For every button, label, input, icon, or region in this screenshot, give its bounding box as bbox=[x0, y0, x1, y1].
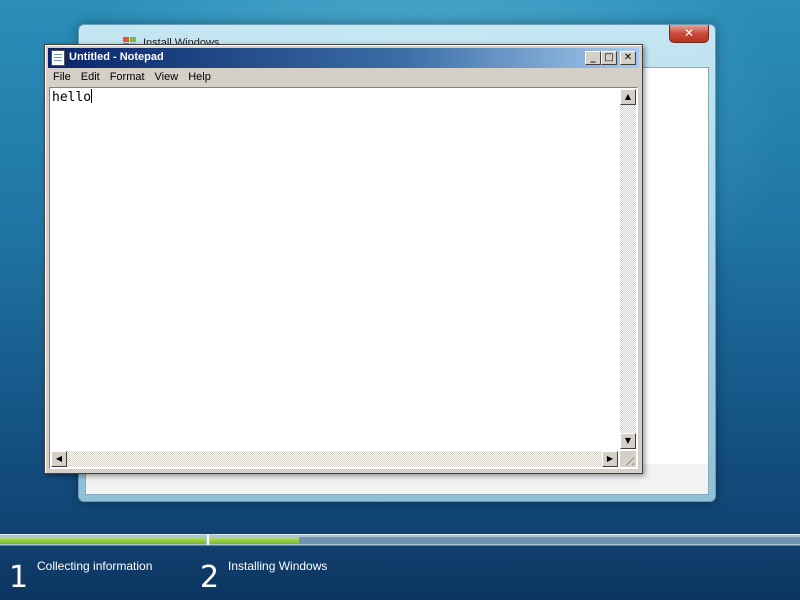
scroll-right-icon[interactable]: ▶ bbox=[602, 451, 618, 467]
minimize-button[interactable]: _ bbox=[585, 51, 601, 65]
scroll-down-icon[interactable]: ▼ bbox=[620, 433, 636, 449]
step1-number: 1 bbox=[9, 560, 29, 595]
step1-label: Collecting information bbox=[37, 559, 153, 573]
step2-progress-fill bbox=[210, 537, 299, 544]
setup-steps: 1 Collecting information 2 Installing Wi… bbox=[0, 546, 800, 600]
close-button[interactable]: ✕ bbox=[620, 51, 636, 65]
vertical-scrollbar[interactable]: ▲ ▼ bbox=[620, 89, 636, 449]
setup-progress-bar bbox=[0, 534, 800, 546]
menu-edit[interactable]: Edit bbox=[76, 69, 105, 83]
step2-label: Installing Windows bbox=[228, 559, 328, 573]
maximize-button[interactable]: □ bbox=[601, 51, 617, 65]
notepad-text-area[interactable]: hello ▲ ▼ ◀ ▶ bbox=[49, 87, 638, 469]
menu-format[interactable]: Format bbox=[105, 69, 150, 83]
step2-progress-track bbox=[210, 537, 800, 544]
step2-number: 2 bbox=[200, 560, 220, 595]
notepad-menubar: File Edit Format View Help bbox=[48, 69, 639, 87]
scroll-up-icon[interactable]: ▲ bbox=[620, 89, 636, 105]
horizontal-scrollbar[interactable]: ◀ ▶ bbox=[51, 451, 618, 467]
notepad-text: hello bbox=[52, 90, 92, 105]
resize-grip-icon[interactable] bbox=[620, 451, 636, 467]
text-caret bbox=[91, 89, 93, 103]
notepad-window: Untitled - Notepad _ □ ✕ File Edit Format V… bbox=[44, 44, 643, 474]
step1-progress-fill bbox=[0, 537, 206, 544]
menu-file[interactable]: File bbox=[48, 69, 76, 83]
menu-view[interactable]: View bbox=[150, 69, 184, 83]
menu-help[interactable]: Help bbox=[183, 69, 216, 83]
notepad-titlebar[interactable]: Untitled - Notepad _ □ ✕ bbox=[48, 48, 639, 68]
installer-close-button[interactable]: ✕ bbox=[669, 25, 709, 43]
notepad-icon[interactable] bbox=[51, 50, 65, 66]
scroll-left-icon[interactable]: ◀ bbox=[51, 451, 67, 467]
notepad-text-content[interactable]: hello bbox=[52, 89, 93, 105]
notepad-title: Untitled - Notepad bbox=[69, 51, 164, 63]
progress-divider bbox=[207, 535, 209, 545]
